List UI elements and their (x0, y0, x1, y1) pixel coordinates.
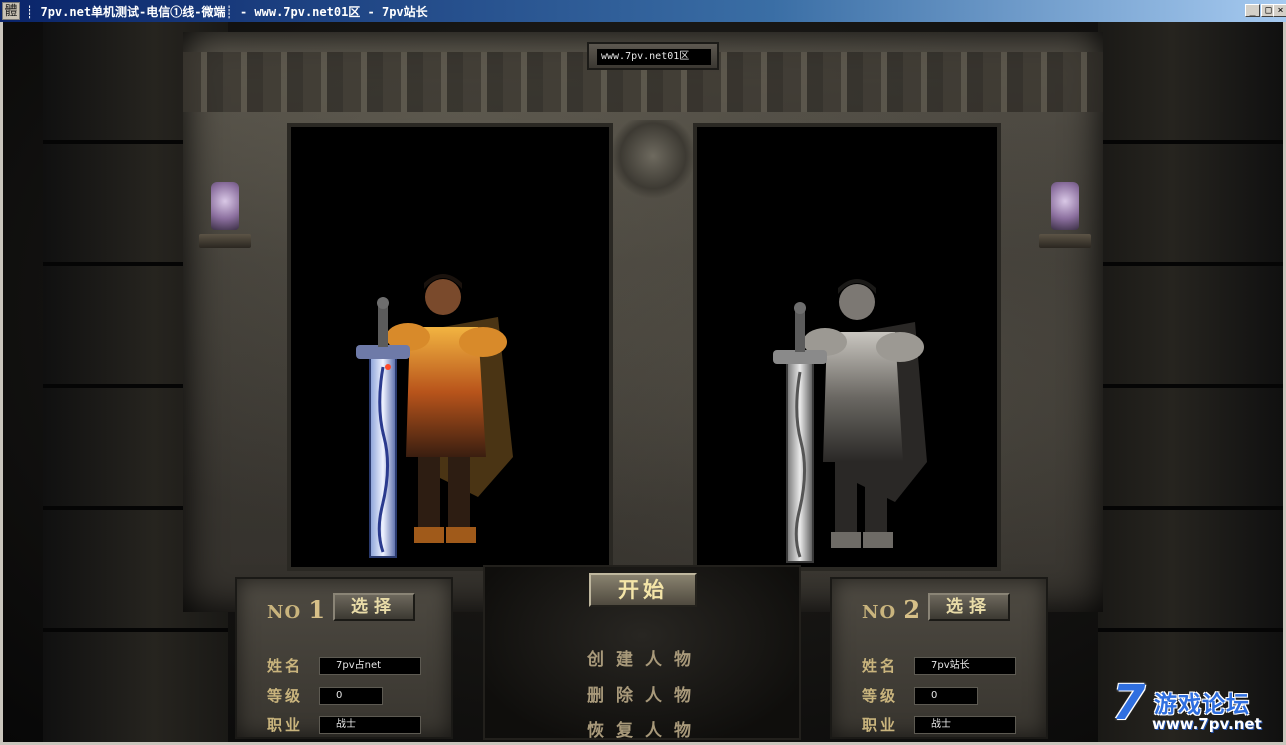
watermark-title: 游戏论坛 (1154, 692, 1250, 718)
select-character-1-button[interactable]: 选择 (333, 593, 415, 621)
slot-no-value: 2 (903, 595, 922, 624)
level-value: 0 (319, 687, 383, 705)
character-slot-2: NO 2 选择 姓名 7pv站长 等级 0 职业 战士 (830, 577, 1048, 739)
stone-wall-right (1098, 22, 1283, 742)
watermark-url: www.7pv.net (1152, 715, 1262, 733)
slot-number: NO 2 (862, 595, 921, 624)
gargoyle-carving (613, 120, 693, 200)
level-label: 等级 (862, 687, 899, 705)
slot-no-label: NO (862, 602, 897, 623)
title-prefix: ┊ (26, 5, 34, 19)
close-button[interactable]: × (1273, 4, 1286, 17)
restore-character-button[interactable]: 恢复人物 (565, 716, 725, 741)
class-label: 职业 (267, 716, 304, 734)
warrior-character-2[interactable] (765, 262, 935, 582)
watermark-logo-digit: 7 (1112, 675, 1146, 731)
torch-sconce (199, 234, 251, 248)
app-icon: 體 (2, 2, 20, 20)
select-character-2-button[interactable]: 选择 (928, 593, 1010, 621)
level-label: 等级 (267, 687, 304, 705)
site-watermark: 7 游戏论坛 www.7pv.net (1112, 675, 1278, 741)
torch-glass-icon (1051, 182, 1079, 230)
stone-temple: www.7pv.net01区 (183, 32, 1103, 612)
name-value: 7pv占net (319, 657, 421, 675)
slot-no-label: NO (267, 602, 302, 623)
window-title-text: 7pv.net单机测试-电信①线-微端┊ - www.7pv.net01区 - … (40, 5, 428, 19)
name-value: 7pv站长 (914, 657, 1016, 675)
level-value: 0 (914, 687, 978, 705)
window-title: ┊ 7pv.net单机测试-电信①线-微端┊ - www.7pv.net01区 … (26, 3, 428, 20)
create-character-button[interactable]: 创建人物 (565, 645, 725, 670)
name-label: 姓名 (267, 657, 304, 675)
slot-number: NO 1 (267, 595, 326, 624)
class-value: 战士 (914, 716, 1016, 734)
torch-right (1039, 182, 1091, 262)
delete-character-button[interactable]: 删除人物 (565, 681, 725, 706)
server-name-plate: www.7pv.net01区 (587, 42, 719, 70)
character-slot-1: NO 1 选择 姓名 7pv占net 等级 0 职业 战士 (235, 577, 453, 739)
torch-sconce (1039, 234, 1091, 248)
server-name: www.7pv.net01区 (597, 49, 711, 65)
window-title-bar[interactable]: 體 ┊ 7pv.net单机测试-电信①线-微端┊ - www.7pv.net01… (0, 0, 1286, 22)
torch-left (199, 182, 251, 262)
torch-glass-icon (211, 182, 239, 230)
warrior-character-1[interactable] (348, 257, 518, 577)
center-menu-panel: 开始 创建人物 删除人物 恢复人物 (483, 565, 801, 741)
class-label: 职业 (862, 716, 899, 734)
name-label: 姓名 (862, 657, 899, 675)
minimize-button[interactable]: _ (1245, 4, 1260, 17)
start-game-button[interactable]: 开始 (589, 573, 697, 607)
slot-no-value: 1 (308, 595, 327, 624)
class-value: 战士 (319, 716, 421, 734)
